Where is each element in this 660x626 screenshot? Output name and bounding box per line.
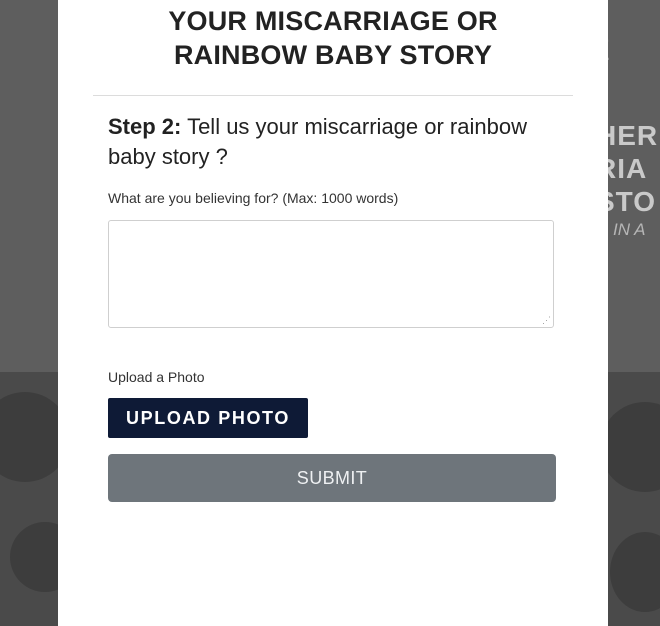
upload-photo-label: Upload a Photo <box>108 369 205 385</box>
upload-photo-button[interactable]: UPLOAD PHOTO <box>108 398 308 438</box>
story-textarea[interactable] <box>108 220 554 328</box>
step-heading: Step 2: Tell us your miscarriage or rain… <box>108 112 548 172</box>
story-modal: YOUR MISCARRIAGE OR RAINBOW BABY STORY S… <box>58 0 608 626</box>
question-label: What are you believing for? (Max: 1000 w… <box>108 190 399 206</box>
submit-button[interactable]: SUBMIT <box>108 454 556 502</box>
divider <box>93 95 573 96</box>
background-pattern-shape <box>600 402 660 492</box>
modal-title-line: RAINBOW BABY STORY <box>173 40 493 70</box>
step-label: Step 2: <box>108 114 182 139</box>
background-pattern-shape <box>610 532 660 612</box>
modal-title-line: YOUR MISCARRIAGE OR <box>168 6 498 36</box>
resize-grip-icon[interactable]: ⋰ <box>542 316 551 325</box>
modal-title: YOUR MISCARRIAGE OR RAINBOW BABY STORY <box>58 4 608 72</box>
